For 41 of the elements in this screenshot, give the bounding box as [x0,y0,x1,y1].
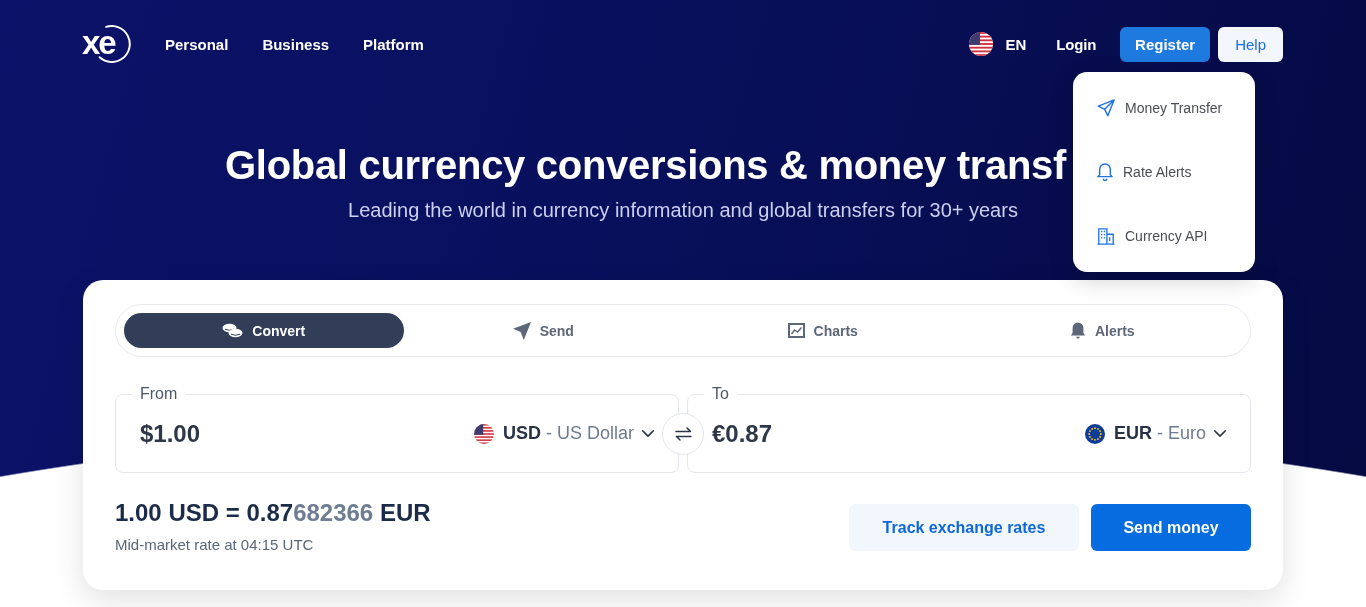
swap-button[interactable] [662,412,704,455]
tab[interactable]: Alerts [962,313,1242,348]
currency-dropdown[interactable]: USD - US Dollar [473,423,654,444]
bell-icon [1069,321,1086,340]
line-chart-icon [787,323,805,338]
eu-flag-icon [1084,423,1105,444]
nav-link[interactable]: Business [262,35,330,53]
paper-plane-icon [1097,99,1115,117]
tab[interactable]: Charts [683,313,963,348]
tab[interactable]: Convert [124,313,404,348]
us-flag-icon [969,32,994,56]
rate-timestamp: Mid-market rate at 04:15 UTC [115,536,315,554]
chevron-down-icon [1214,430,1226,437]
us-flag-icon [473,423,494,444]
amount-value: €0.87 [712,419,773,448]
chevron-down-icon [642,430,654,437]
track-rates-button[interactable]: Track exchange rates [849,504,1079,551]
menu-item[interactable]: Currency API [1073,204,1255,268]
login-link[interactable]: Login [1056,35,1097,53]
field-label: To [711,384,730,404]
amount-value: $1.00 [140,419,201,448]
currency-dropdown[interactable]: EUR - Euro [1084,423,1226,444]
building-icon [1097,227,1115,245]
register-button[interactable]: Register [1120,26,1211,62]
menu-item[interactable]: Money Transfer [1073,76,1255,140]
nav-link[interactable]: Personal [165,35,229,53]
tab[interactable]: Send [403,313,683,348]
send-money-button[interactable]: Send money [1091,504,1251,551]
logo[interactable]: xe [82,25,132,63]
exchange-rate: 1.00 USD = 0.87682366 EUR [115,499,431,527]
hero-subtitle: Leading the world in currency information and global transfers for 30+ years [348,198,1018,222]
swap-icon [674,426,692,441]
help-button[interactable]: Help [1218,26,1283,62]
field-label: From [139,384,179,404]
hero-title: Global currency conversions & money transf [225,142,1066,189]
paper-plane-icon [512,321,531,340]
coins-icon [222,323,244,338]
nav-link[interactable]: Platform [363,35,424,53]
menu-item[interactable]: Rate Alerts [1073,140,1255,204]
bell-icon [1097,163,1113,181]
language-selector[interactable]: EN [969,32,1027,56]
